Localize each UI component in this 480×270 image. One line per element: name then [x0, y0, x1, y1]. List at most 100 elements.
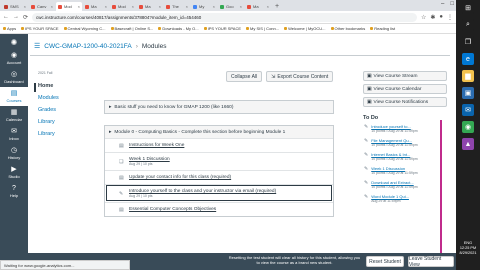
search-icon[interactable]: ⌕	[462, 19, 474, 31]
forward-icon[interactable]: →	[13, 14, 19, 20]
tab-close-icon[interactable]: ×	[159, 4, 161, 9]
global-nav-courses[interactable]: ▤ Courses	[0, 87, 28, 106]
global-nav-studio[interactable]: ▶ Studio	[0, 163, 28, 182]
export-icon: ⇲	[271, 73, 276, 80]
browser-tab[interactable]: Ma ×	[83, 2, 109, 11]
edge-icon[interactable]: e	[462, 53, 474, 65]
todo-item[interactable]: ✎ File Management Qu... 10 points • Aug 29…	[363, 138, 447, 152]
bookmark-item[interactable]: Basecraft | Online S...	[110, 26, 153, 31]
maximize-icon[interactable]: □	[450, 1, 454, 7]
course-nav-modules[interactable]: Modules	[38, 95, 59, 104]
taskbar-date: 8/29/2021	[459, 251, 477, 255]
star-icon[interactable]: ☆	[421, 14, 426, 21]
task-view-icon[interactable]: ❐	[462, 36, 474, 48]
new-tab-icon[interactable]: +	[275, 3, 279, 10]
course-nav-grades[interactable]: Grades	[38, 107, 59, 116]
todo-item[interactable]: ✎ Download and Extract... 10 points • Aug …	[363, 180, 447, 194]
bookmark-item[interactable]: Welcome | MyOCU...	[284, 26, 326, 31]
bookmark-item[interactable]: Apps	[3, 26, 16, 31]
breadcrumb-course[interactable]: CWC-GMAP-1200-40-2021FA	[44, 43, 131, 50]
tab-title: Canv	[37, 4, 47, 9]
store-icon[interactable]: ▣	[462, 87, 474, 99]
browser-tab[interactable]: The ×	[164, 2, 190, 11]
minimize-icon[interactable]: –	[441, 1, 444, 7]
canvas-logo-icon[interactable]: ✺	[4, 36, 24, 48]
module-item-meta: Aug 29 | 10 pts	[129, 162, 153, 166]
bookmark-item[interactable]: IPS YOUR SPACE	[21, 26, 59, 31]
todo-item[interactable]: ✎ Week 1 Discussion 10 points • Aug 29 at …	[363, 166, 447, 180]
reload-icon[interactable]: ⟳	[23, 14, 28, 21]
module-item-link[interactable]: Update your contact info for this class …	[129, 175, 231, 180]
global-nav-calendar[interactable]: ▦ Calendar	[0, 106, 28, 125]
tab-close-icon[interactable]: ×	[240, 4, 242, 9]
browser-tab[interactable]: Ma ×	[137, 2, 163, 11]
browser-tab[interactable]: Canv ×	[29, 2, 55, 11]
browser-tab[interactable]: Goo ×	[218, 2, 244, 11]
bookmark-item[interactable]: My SIS | Conn...	[246, 26, 279, 31]
global-nav-account[interactable]: ◉ Account	[0, 49, 28, 68]
module-item[interactable]: ✎ Introduce yourself to the class and you…	[105, 184, 333, 202]
mail-icon[interactable]: ✉	[462, 104, 474, 116]
profile-icon[interactable]: ●	[439, 14, 443, 21]
bookmark-item[interactable]: Central Wyoming C...	[63, 26, 106, 31]
reset-student-button[interactable]: Reset Student	[366, 256, 404, 267]
module-item[interactable]: ▤ Update your contact info for this class…	[105, 170, 333, 184]
sidebar-button[interactable]: ▣ View Course Calendar	[363, 84, 447, 94]
browser-tab[interactable]: Ma ×	[245, 2, 271, 11]
collapse-caret-icon[interactable]: ▸	[109, 130, 111, 135]
module-item-link[interactable]: Essential Computer Concepts Objectives	[129, 207, 216, 212]
chrome-icon[interactable]: ◉	[462, 121, 474, 133]
collapse-caret-icon[interactable]: ▸	[109, 105, 111, 110]
course-nav-home[interactable]: Home	[34, 83, 59, 92]
todo-item[interactable]: ✎ Word Module 1 Qui... Aug 29 at 11:59pm	[363, 194, 447, 208]
hamburger-icon[interactable]: ☰	[34, 42, 40, 50]
bookmark-item[interactable]: IPS YOUR SPACE	[203, 26, 241, 31]
back-icon[interactable]: ←	[3, 14, 9, 20]
browser-tab[interactable]: Mod ×	[56, 2, 82, 11]
photos-icon[interactable]: ▲	[462, 138, 474, 150]
global-nav-dashboard[interactable]: ◎ Dashboard	[0, 68, 28, 87]
tab-close-icon[interactable]: ×	[186, 4, 188, 9]
global-nav-help[interactable]: ? Help	[0, 182, 28, 201]
course-term: 2021 Fall	[38, 71, 53, 75]
tab-close-icon[interactable]: ×	[267, 4, 269, 9]
tab-close-icon[interactable]: ×	[78, 4, 80, 9]
extensions-icon[interactable]: ✱	[430, 14, 435, 21]
tab-close-icon[interactable]: ×	[105, 4, 107, 9]
taskbar-clock[interactable]: ENG 12:25 PM 8/29/2021	[456, 241, 480, 256]
tab-title: Ma	[145, 4, 151, 9]
todo-item[interactable]: ✎ Internet Basics & Int... 10 points • Aug…	[363, 152, 447, 166]
module-item[interactable]: ▤ Essential Computer Concepts Objectives	[105, 202, 333, 216]
module-item-text: Instructions for Week One	[129, 143, 184, 148]
sidebar-button[interactable]: ▣ View Course Notifications	[363, 97, 447, 107]
course-nav-library[interactable]: Library	[38, 131, 59, 140]
tab-close-icon[interactable]: ×	[132, 4, 134, 9]
browser-tab[interactable]: My ×	[191, 2, 217, 11]
global-nav-history[interactable]: ◷ History	[0, 144, 28, 163]
tab-close-icon[interactable]: ×	[213, 4, 215, 9]
tab-close-icon[interactable]: ×	[24, 4, 26, 9]
tab-close-icon[interactable]: ×	[51, 4, 53, 9]
browser-tab[interactable]: Mod ×	[110, 2, 136, 11]
todo-item[interactable]: ✎ Introduce yourself to... 10 points • Aug…	[363, 124, 447, 138]
url-field[interactable]: cwc.instructure.com/courses/40817/assign…	[32, 12, 417, 22]
bookmark-item[interactable]: Other bookmarks	[330, 26, 365, 31]
module-item[interactable]: ❏ Week 1 Discussion Aug 29 | 10 pts	[105, 152, 333, 170]
export-course-content-button[interactable]: ⇲ Export Course Content	[266, 71, 334, 82]
windows-start-icon[interactable]: ⊞	[462, 2, 474, 14]
module-header[interactable]: ▸ Module 0 - Computing Basics - Complete …	[105, 126, 333, 138]
browser-tab[interactable]: SMS ×	[2, 2, 28, 11]
bookmark-item[interactable]: Reading list	[370, 26, 395, 31]
leave-student-view-button[interactable]: Leave Student View	[408, 256, 454, 268]
global-nav-inbox[interactable]: ✉ Inbox	[0, 125, 28, 144]
collapse-all-button[interactable]: Collapse All	[226, 71, 263, 82]
explorer-icon[interactable]: ▆	[462, 70, 474, 82]
module-section: ▸ Module 0 - Computing Basics - Complete …	[104, 125, 334, 217]
module-item-link[interactable]: Instructions for Week One	[129, 143, 184, 148]
course-nav-library[interactable]: Library	[38, 119, 59, 128]
module-header[interactable]: ▸ Basic stuff you need to know for GMAP 1…	[105, 101, 333, 113]
sidebar-button[interactable]: ▣ View Course Stream	[363, 71, 447, 81]
menu-dots-icon[interactable]: ⋮	[447, 14, 453, 21]
bookmark-item[interactable]: Downloads - My O...	[158, 26, 199, 31]
module-item[interactable]: ▤ Instructions for Week One	[105, 138, 333, 152]
